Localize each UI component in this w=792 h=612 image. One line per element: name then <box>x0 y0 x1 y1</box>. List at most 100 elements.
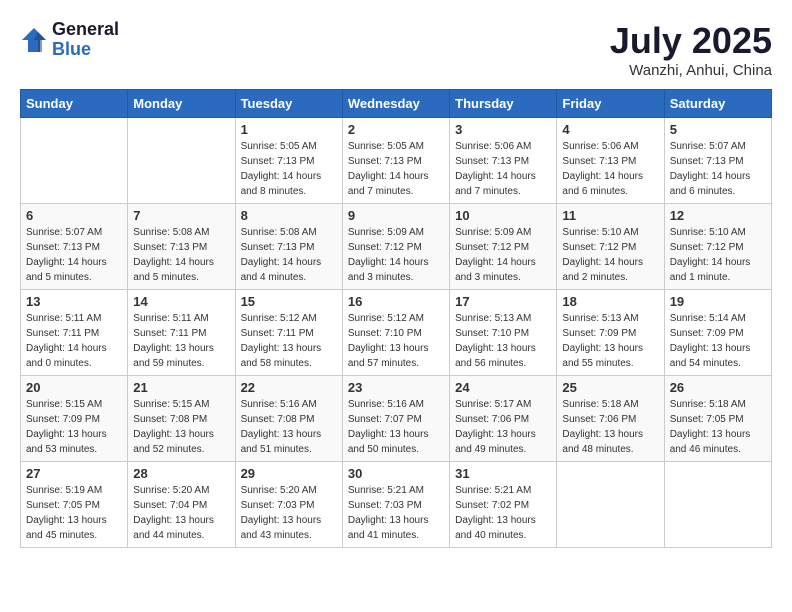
day-info: Sunrise: 5:07 AMSunset: 7:13 PMDaylight:… <box>26 225 122 285</box>
calendar-cell: 15Sunrise: 5:12 AMSunset: 7:11 PMDayligh… <box>235 290 342 376</box>
weekday-header: Monday <box>128 90 235 118</box>
day-number: 10 <box>455 208 551 223</box>
day-number: 22 <box>241 380 337 395</box>
calendar-cell <box>557 462 664 548</box>
day-info: Sunrise: 5:13 AMSunset: 7:09 PMDaylight:… <box>562 311 658 371</box>
day-number: 28 <box>133 466 229 481</box>
calendar-week-row: 20 Sunrise: 5:15 AMSunset: 7:09 PMDayligh… <box>21 376 772 462</box>
day-number: 30 <box>348 466 444 481</box>
day-number: 25 <box>562 380 658 395</box>
day-number: 24 <box>455 380 551 395</box>
day-number: 19 <box>670 294 766 309</box>
day-info: Sunrise: 5:06 AMSunset: 7:13 PMDaylight:… <box>562 139 658 199</box>
calendar-cell: 31 Sunrise: 5:21 AMSunset: 7:02 PMDayligh… <box>450 462 557 548</box>
weekday-header: Tuesday <box>235 90 342 118</box>
day-info: Sunrise: 5:16 AMSunset: 7:08 PMDaylight:… <box>241 397 337 457</box>
day-info: Sunrise: 5:10 AMSunset: 7:12 PMDaylight:… <box>562 225 658 285</box>
day-number: 20 <box>26 380 122 395</box>
calendar-cell: 28Sunrise: 5:20 AMSunset: 7:04 PMDayligh… <box>128 462 235 548</box>
calendar-cell: 23 Sunrise: 5:16 AMSunset: 7:07 PMDayligh… <box>342 376 449 462</box>
day-number: 2 <box>348 122 444 137</box>
day-info: Sunrise: 5:18 AMSunset: 7:06 PMDaylight:… <box>562 397 658 457</box>
day-number: 12 <box>670 208 766 223</box>
logo-blue-text: Blue <box>52 40 119 60</box>
calendar-cell: 17 Sunrise: 5:13 AMSunset: 7:10 PMDayligh… <box>450 290 557 376</box>
day-number: 9 <box>348 208 444 223</box>
day-number: 31 <box>455 466 551 481</box>
day-info: Sunrise: 5:18 AMSunset: 7:05 PMDaylight:… <box>670 397 766 457</box>
weekday-header: Thursday <box>450 90 557 118</box>
day-number: 4 <box>562 122 658 137</box>
day-info: Sunrise: 5:08 AMSunset: 7:13 PMDaylight:… <box>241 225 337 285</box>
calendar-cell: 2Sunrise: 5:05 AMSunset: 7:13 PMDaylight… <box>342 118 449 204</box>
day-number: 11 <box>562 208 658 223</box>
weekday-header: Friday <box>557 90 664 118</box>
day-info: Sunrise: 5:20 AMSunset: 7:03 PMDaylight:… <box>241 483 337 543</box>
weekday-header: Wednesday <box>342 90 449 118</box>
weekday-header: Saturday <box>664 90 771 118</box>
day-info: Sunrise: 5:21 AMSunset: 7:02 PMDaylight:… <box>455 483 551 543</box>
day-number: 23 <box>348 380 444 395</box>
calendar-cell: 7 Sunrise: 5:08 AMSunset: 7:13 PMDaylight… <box>128 204 235 290</box>
day-info: Sunrise: 5:15 AMSunset: 7:09 PMDaylight:… <box>26 397 122 457</box>
day-number: 26 <box>670 380 766 395</box>
day-number: 7 <box>133 208 229 223</box>
day-number: 21 <box>133 380 229 395</box>
calendar-cell: 3 Sunrise: 5:06 AMSunset: 7:13 PMDaylight… <box>450 118 557 204</box>
day-number: 6 <box>26 208 122 223</box>
calendar-cell: 19 Sunrise: 5:14 AMSunset: 7:09 PMDayligh… <box>664 290 771 376</box>
day-number: 1 <box>241 122 337 137</box>
calendar-cell: 21Sunrise: 5:15 AMSunset: 7:08 PMDayligh… <box>128 376 235 462</box>
calendar-week-row: 13 Sunrise: 5:11 AMSunset: 7:11 PMDayligh… <box>21 290 772 376</box>
calendar-cell: 6 Sunrise: 5:07 AMSunset: 7:13 PMDaylight… <box>21 204 128 290</box>
weekday-header: Sunday <box>21 90 128 118</box>
calendar-cell: 24Sunrise: 5:17 AMSunset: 7:06 PMDayligh… <box>450 376 557 462</box>
calendar-cell <box>21 118 128 204</box>
calendar-title: July 2025 <box>610 20 772 62</box>
calendar-cell: 13 Sunrise: 5:11 AMSunset: 7:11 PMDayligh… <box>21 290 128 376</box>
calendar-cell: 9 Sunrise: 5:09 AMSunset: 7:12 PMDaylight… <box>342 204 449 290</box>
day-info: Sunrise: 5:11 AMSunset: 7:11 PMDaylight:… <box>133 311 229 371</box>
day-info: Sunrise: 5:11 AMSunset: 7:11 PMDaylight:… <box>26 311 122 371</box>
logo-icon <box>20 26 48 54</box>
day-info: Sunrise: 5:08 AMSunset: 7:13 PMDaylight:… <box>133 225 229 285</box>
day-info: Sunrise: 5:06 AMSunset: 7:13 PMDaylight:… <box>455 139 551 199</box>
day-info: Sunrise: 5:19 AMSunset: 7:05 PMDaylight:… <box>26 483 122 543</box>
calendar-cell: 1 Sunrise: 5:05 AMSunset: 7:13 PMDaylight… <box>235 118 342 204</box>
calendar-cell: 11 Sunrise: 5:10 AMSunset: 7:12 PMDayligh… <box>557 204 664 290</box>
logo-text: General Blue <box>52 20 119 60</box>
day-number: 5 <box>670 122 766 137</box>
calendar-cell: 25 Sunrise: 5:18 AMSunset: 7:06 PMDayligh… <box>557 376 664 462</box>
day-info: Sunrise: 5:16 AMSunset: 7:07 PMDaylight:… <box>348 397 444 457</box>
day-info: Sunrise: 5:21 AMSunset: 7:03 PMDaylight:… <box>348 483 444 543</box>
day-info: Sunrise: 5:14 AMSunset: 7:09 PMDaylight:… <box>670 311 766 371</box>
day-number: 3 <box>455 122 551 137</box>
weekday-header-row: SundayMondayTuesdayWednesdayThursdayFrid… <box>21 90 772 118</box>
calendar-cell: 12 Sunrise: 5:10 AMSunset: 7:12 PMDayligh… <box>664 204 771 290</box>
calendar-cell: 18 Sunrise: 5:13 AMSunset: 7:09 PMDayligh… <box>557 290 664 376</box>
day-number: 29 <box>241 466 337 481</box>
day-info: Sunrise: 5:10 AMSunset: 7:12 PMDaylight:… <box>670 225 766 285</box>
day-number: 13 <box>26 294 122 309</box>
day-number: 16 <box>348 294 444 309</box>
day-info: Sunrise: 5:05 AMSunset: 7:13 PMDaylight:… <box>241 139 337 199</box>
day-info: Sunrise: 5:12 AMSunset: 7:10 PMDaylight:… <box>348 311 444 371</box>
calendar-cell: 30 Sunrise: 5:21 AMSunset: 7:03 PMDayligh… <box>342 462 449 548</box>
day-number: 17 <box>455 294 551 309</box>
calendar-week-row: 27 Sunrise: 5:19 AMSunset: 7:05 PMDayligh… <box>21 462 772 548</box>
calendar-cell: 8 Sunrise: 5:08 AMSunset: 7:13 PMDaylight… <box>235 204 342 290</box>
calendar-location: Wanzhi, Anhui, China <box>610 62 772 79</box>
day-number: 27 <box>26 466 122 481</box>
logo-general-text: General <box>52 20 119 40</box>
calendar-cell <box>128 118 235 204</box>
calendar-week-row: 6 Sunrise: 5:07 AMSunset: 7:13 PMDaylight… <box>21 204 772 290</box>
day-info: Sunrise: 5:13 AMSunset: 7:10 PMDaylight:… <box>455 311 551 371</box>
day-number: 8 <box>241 208 337 223</box>
calendar-table: SundayMondayTuesdayWednesdayThursdayFrid… <box>20 89 772 548</box>
calendar-cell: 22 Sunrise: 5:16 AMSunset: 7:08 PMDayligh… <box>235 376 342 462</box>
day-number: 18 <box>562 294 658 309</box>
title-block: July 2025 Wanzhi, Anhui, China <box>610 20 772 79</box>
day-info: Sunrise: 5:12 AMSunset: 7:11 PMDaylight:… <box>241 311 337 371</box>
day-info: Sunrise: 5:09 AMSunset: 7:12 PMDaylight:… <box>348 225 444 285</box>
calendar-cell: 14Sunrise: 5:11 AMSunset: 7:11 PMDayligh… <box>128 290 235 376</box>
